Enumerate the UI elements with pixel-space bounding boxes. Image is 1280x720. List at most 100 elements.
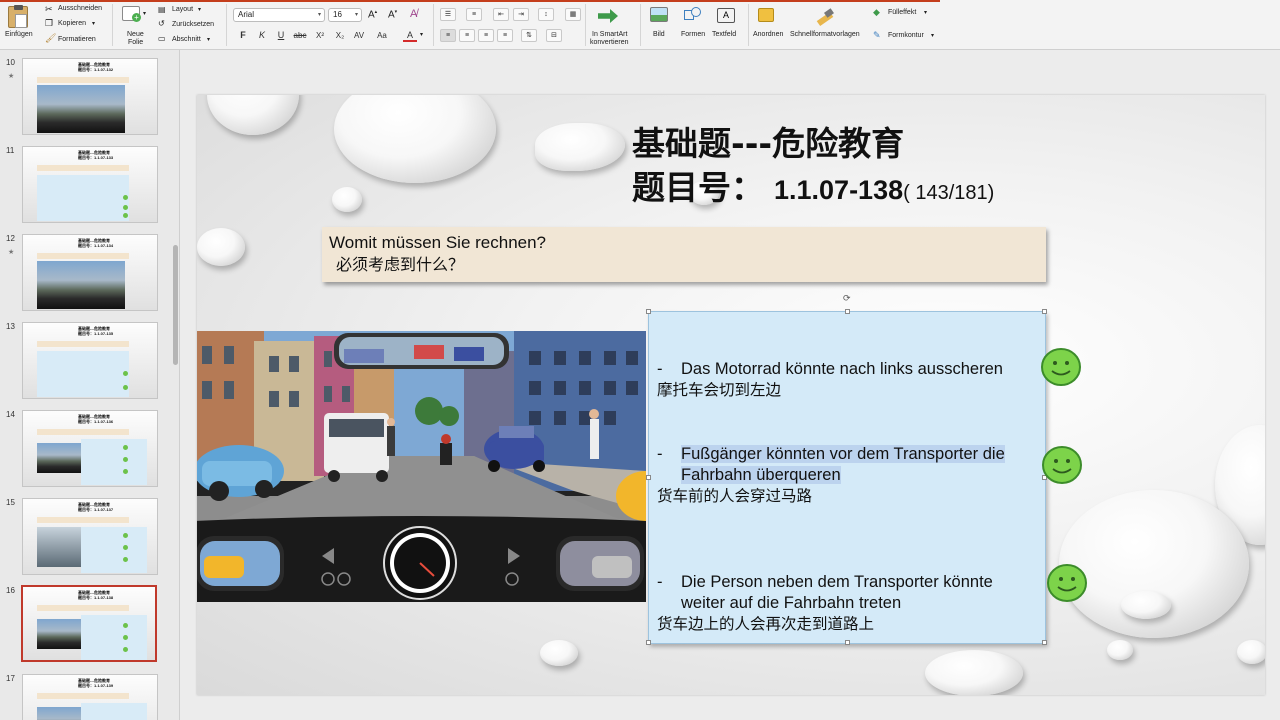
- driving-scene-image[interactable]: [197, 331, 646, 602]
- slide-canvas[interactable]: 基础题---危险教育 题目号： 1.1.07-138( 143/181) Womi…: [197, 95, 1265, 695]
- columns-icon[interactable]: ▦: [565, 8, 581, 21]
- arrange-icon[interactable]: [758, 8, 774, 22]
- new-slide-icon[interactable]: +: [122, 6, 141, 22]
- resize-handle[interactable]: [646, 309, 651, 314]
- slide-thumbnail-10[interactable]: 基础题---危险教育 题目号：1.1.07-132: [22, 58, 158, 135]
- increase-indent-icon[interactable]: ⇥: [513, 8, 529, 21]
- layout-button[interactable]: Layout: [172, 6, 193, 13]
- scissors-icon[interactable]: ✂: [45, 4, 53, 15]
- layout-dropdown-icon[interactable]: ▾: [198, 6, 201, 13]
- text-case-icon[interactable]: Aa: [375, 29, 389, 42]
- thumbnail-number: 12: [6, 234, 15, 243]
- quick-styles-button[interactable]: Schnellformatvorlagen: [790, 31, 860, 38]
- line-spacing-icon[interactable]: ↕: [538, 8, 554, 21]
- section-dropdown-icon[interactable]: ▾: [207, 36, 210, 43]
- resize-handle[interactable]: [1042, 309, 1047, 314]
- slide-thumbnail-14[interactable]: 基础题---危险教育 题目号：1.1.07-136: [22, 410, 158, 487]
- picture-button[interactable]: Bild: [653, 31, 665, 38]
- layout-icon[interactable]: ▤: [158, 5, 166, 14]
- cut-button[interactable]: Ausschneiden: [58, 5, 102, 12]
- paste-icon[interactable]: [8, 5, 28, 28]
- slide-title[interactable]: 基础题---危险教育: [632, 117, 904, 165]
- quick-styles-icon[interactable]: [815, 8, 835, 27]
- shape-outline-icon[interactable]: ✎: [873, 30, 881, 41]
- resize-handle[interactable]: [1042, 640, 1047, 645]
- new-slide-label-2[interactable]: Folie: [128, 39, 143, 46]
- fill-effect-icon[interactable]: ◆: [873, 7, 880, 18]
- answer-item-3[interactable]: - Die Person neben dem Transporter könnte…: [657, 572, 993, 635]
- rotate-handle-icon[interactable]: ⟳: [843, 293, 851, 304]
- align-right-icon[interactable]: ≡: [478, 29, 494, 42]
- smartart-label-1[interactable]: In SmartArt: [592, 31, 627, 38]
- shape-outline-dropdown-icon[interactable]: ▾: [931, 32, 934, 39]
- subscript-icon[interactable]: X₂: [333, 29, 347, 42]
- numbering-icon[interactable]: ≡: [466, 8, 482, 21]
- grow-font-icon[interactable]: A▴: [368, 9, 377, 20]
- slide-thumbnail-15[interactable]: 基础题---危险教育 题目号：1.1.07-137: [22, 498, 158, 575]
- align-text-icon[interactable]: ⊟: [546, 29, 562, 42]
- shrink-font-icon[interactable]: A▾: [388, 9, 397, 20]
- shapes-icon[interactable]: [684, 7, 702, 23]
- fill-effect-dropdown-icon[interactable]: ▾: [924, 9, 927, 16]
- paste-button-label[interactable]: Einfügen: [5, 31, 33, 38]
- bullets-icon[interactable]: ☰: [440, 8, 456, 21]
- textbox-button[interactable]: Textfeld: [712, 31, 736, 38]
- ribbon-separator: [748, 4, 749, 46]
- answer-item-2[interactable]: - Fußgänger könnten vor dem Transporter d…: [657, 444, 1005, 507]
- reset-button[interactable]: Zurücksetzen: [172, 21, 214, 28]
- font-color-icon[interactable]: A: [403, 29, 417, 42]
- reset-icon[interactable]: ↺: [158, 19, 165, 28]
- resize-handle[interactable]: [845, 309, 850, 314]
- answer-item-1[interactable]: - Das Motorrad könnte nach links ausscher…: [657, 359, 1003, 401]
- slide-thumbnail-panel[interactable]: 10 ★ 基础题---危险教育 题目号：1.1.07-132 11 基础题---危…: [0, 50, 180, 720]
- slide-thumbnail-17[interactable]: 基础题---危险教育 题目号：1.1.07-139: [22, 674, 158, 720]
- panel-scrollbar[interactable]: [173, 245, 178, 365]
- shapes-button[interactable]: Formen: [681, 31, 705, 38]
- slide-subtitle[interactable]: 题目号： 1.1.07-138( 143/181): [632, 161, 994, 209]
- slide-thumbnail-13[interactable]: 基础题---危险教育 题目号：1.1.07-135: [22, 322, 158, 399]
- fill-effect-button[interactable]: Fülleffekt: [888, 9, 916, 16]
- underline-icon[interactable]: U: [274, 29, 288, 42]
- textbox-icon[interactable]: A: [717, 8, 735, 23]
- thumbnail-number: 17: [6, 674, 15, 683]
- new-slide-label-1[interactable]: Neue: [127, 31, 144, 38]
- resize-handle[interactable]: [646, 640, 651, 645]
- decrease-indent-icon[interactable]: ⇤: [493, 8, 509, 21]
- text-direction-icon[interactable]: ⇅: [521, 29, 537, 42]
- format-painter-icon[interactable]: 🖌: [45, 33, 56, 44]
- new-slide-dropdown-icon[interactable]: ▾: [143, 10, 146, 17]
- justify-icon[interactable]: ≡: [497, 29, 513, 42]
- section-icon[interactable]: ▭: [158, 34, 166, 43]
- superscript-icon[interactable]: X²: [313, 29, 327, 42]
- copy-dropdown-icon[interactable]: ▾: [92, 20, 95, 27]
- section-button[interactable]: Abschnitt: [172, 36, 201, 43]
- slide-thumbnail-16[interactable]: 基础题---危险教育 题目号：1.1.07-138: [21, 585, 157, 662]
- font-size-select[interactable]: 16 ▾: [328, 8, 362, 22]
- italic-icon[interactable]: K: [255, 29, 269, 42]
- align-left-icon[interactable]: ≡: [440, 29, 456, 42]
- bold-icon[interactable]: F: [236, 29, 250, 42]
- smartart-label-2[interactable]: konvertieren: [590, 39, 629, 46]
- answer-chinese: 摩托车会切到左边: [657, 381, 782, 399]
- align-center-icon[interactable]: ≡: [459, 29, 475, 42]
- clear-format-icon[interactable]: A̸: [410, 8, 417, 20]
- resize-handle[interactable]: [845, 640, 850, 645]
- copy-icon[interactable]: ❐: [45, 18, 53, 29]
- char-spacing-icon[interactable]: AV: [352, 29, 366, 42]
- resize-handle[interactable]: [646, 475, 651, 480]
- slide-thumbnail-12[interactable]: 基础题---危险教育 题目号：1.1.07-134: [22, 234, 158, 311]
- shape-outline-button[interactable]: Formkontur: [888, 32, 924, 39]
- ribbon-separator: [112, 4, 113, 46]
- font-name-select[interactable]: Arial ▾: [233, 8, 325, 22]
- strikethrough-icon[interactable]: abc: [293, 29, 307, 42]
- font-color-dropdown-icon[interactable]: ▾: [420, 31, 423, 38]
- arrange-button[interactable]: Anordnen: [753, 31, 783, 38]
- slide-thumbnail-11[interactable]: 基础题---危险教育 题目号：1.1.07-133: [22, 146, 158, 223]
- picture-icon[interactable]: [650, 7, 668, 22]
- format-painter-button[interactable]: Formatieren: [58, 36, 96, 43]
- font-name-value: Arial: [238, 10, 255, 19]
- question-box[interactable]: Womit müssen Sie rechnen? 必须考虑到什么？: [322, 227, 1046, 282]
- smartart-icon[interactable]: [598, 9, 618, 23]
- answers-box[interactable]: ⟳ - Das Motorrad könnte nach links aussch…: [646, 293, 1047, 645]
- copy-button[interactable]: Kopieren: [58, 20, 86, 27]
